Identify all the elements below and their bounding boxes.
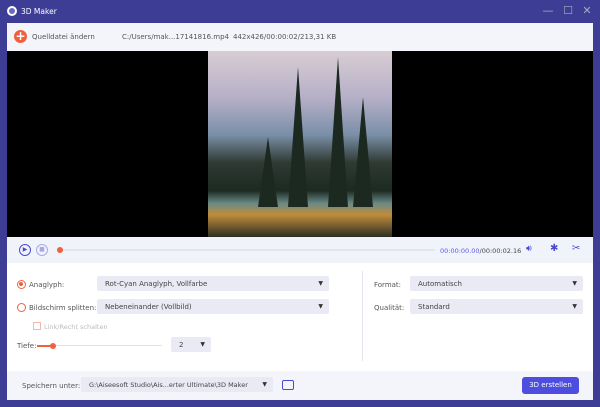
create-3d-button[interactable]: 3D erstellen <box>522 377 579 394</box>
video-preview <box>7 51 593 237</box>
format-select[interactable]: Automatisch ▼ <box>410 276 583 291</box>
change-source-button[interactable]: Quelldatei ändern <box>32 33 95 41</box>
swap-label: Link/Recht schalten <box>44 323 108 331</box>
file-path: C:/Users/mak...17141816.mp4 <box>122 33 229 41</box>
open-folder-icon[interactable] <box>282 380 294 390</box>
window-title: 3D Maker <box>21 7 57 16</box>
title-bar: 3D Maker — ☐ ✕ <box>0 0 600 23</box>
save-path-select[interactable]: G:\Aiseesoft Studio\Ais...erter Ultimate… <box>81 377 273 392</box>
effects-icon[interactable]: ✱ <box>550 243 558 254</box>
depth-label: Tiefe: <box>17 342 37 350</box>
swap-checkbox[interactable] <box>33 322 41 330</box>
save-path-value: G:\Aiseesoft Studio\Ais...erter Ultimate… <box>89 381 248 389</box>
anaglyph-radio[interactable] <box>17 280 26 289</box>
split-value: Nebeneinander (Vollbild) <box>105 303 192 311</box>
quality-value: Standard <box>418 303 450 311</box>
minimize-button[interactable]: — <box>541 4 555 18</box>
current-time: 00:00:00.00 <box>440 247 480 255</box>
format-value: Automatisch <box>418 280 462 288</box>
chevron-down-icon: ▼ <box>318 280 323 287</box>
depth-slider[interactable] <box>37 342 162 349</box>
chevron-down-icon: ▼ <box>200 341 205 348</box>
progress-handle[interactable] <box>57 247 63 253</box>
play-button[interactable]: ▶ <box>19 244 31 256</box>
quality-select[interactable]: Standard ▼ <box>410 299 583 314</box>
anaglyph-select[interactable]: Rot-Cyan Anaglyph, Vollfarbe ▼ <box>97 276 329 291</box>
chevron-down-icon: ▼ <box>572 280 577 287</box>
split-screen-label: Bildschirm splitten: <box>29 304 97 312</box>
chevron-down-icon: ▼ <box>262 381 267 388</box>
file-info: 442x426/00:00:02/213,31 KB <box>233 33 337 41</box>
settings-panel: Anaglyph: Rot-Cyan Anaglyph, Vollfarbe ▼ … <box>7 263 593 371</box>
anaglyph-label: Anaglyph: <box>29 281 65 289</box>
quality-label: Qualität: <box>374 304 405 312</box>
divider <box>362 271 363 361</box>
stop-button[interactable]: ■ <box>36 244 48 256</box>
save-to-label: Speichern unter: <box>22 382 81 390</box>
footer-bar: Speichern unter: G:\Aiseesoft Studio\Ais… <box>7 371 593 400</box>
format-label: Format: <box>374 281 402 289</box>
playback-controls: ▶ ■ 00:00:00.00/00:00:02.16 🔊︎ ✱ ✂ <box>7 237 593 263</box>
scissors-icon[interactable]: ✂ <box>572 243 580 254</box>
total-time: /00:00:02.16 <box>479 247 522 255</box>
split-screen-select[interactable]: Nebeneinander (Vollbild) ▼ <box>97 299 329 314</box>
depth-handle[interactable] <box>50 342 56 349</box>
close-button[interactable]: ✕ <box>580 4 594 18</box>
preview-frame <box>208 51 392 237</box>
progress-slider[interactable] <box>57 247 435 253</box>
split-screen-radio[interactable] <box>17 303 26 312</box>
source-bar: + Quelldatei ändern C:/Users/mak...17141… <box>7 23 593 51</box>
depth-value: 2 <box>179 341 184 349</box>
depth-select[interactable]: 2 ▼ <box>171 337 211 352</box>
add-file-icon[interactable]: + <box>14 30 27 43</box>
maximize-button[interactable]: ☐ <box>561 4 575 18</box>
volume-icon[interactable]: 🔊︎ <box>526 244 532 254</box>
app-logo-icon <box>7 6 17 16</box>
chevron-down-icon: ▼ <box>572 303 577 310</box>
chevron-down-icon: ▼ <box>318 303 323 310</box>
anaglyph-value: Rot-Cyan Anaglyph, Vollfarbe <box>105 280 208 288</box>
